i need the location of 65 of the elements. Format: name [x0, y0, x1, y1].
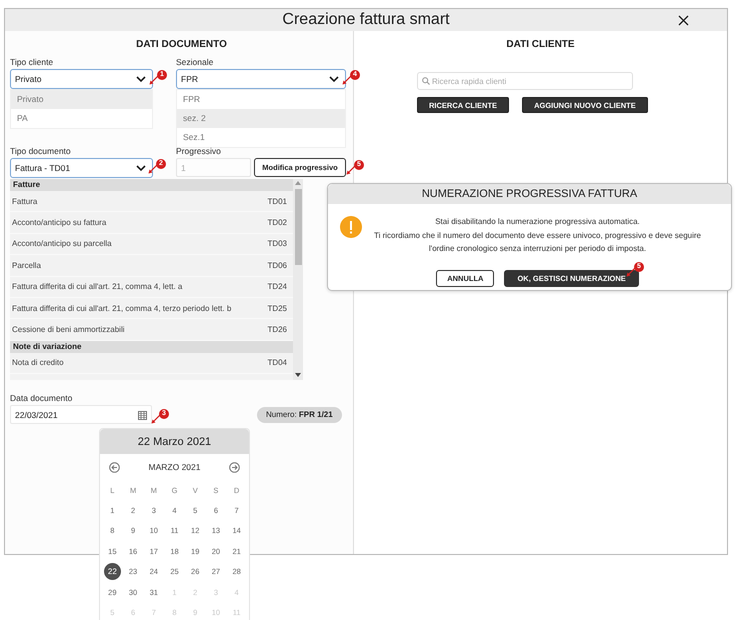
document-type-name: Nota di credito: [12, 358, 64, 368]
document-type-row[interactable]: Fattura differita di cui all'art. 21, comma 4, lett. a TD24: [10, 276, 293, 298]
pointer-arrow: [149, 75, 159, 85]
customer-type-select[interactable]: Privato: [10, 69, 153, 89]
field-label: Data documento: [10, 393, 72, 404]
pointer-arrow: [148, 164, 158, 174]
document-type-row[interactable]: Acconto/anticipo su parcella TD03: [10, 234, 293, 256]
document-type-code: TD25: [267, 304, 287, 313]
document-type-code: TD24: [267, 282, 287, 292]
field-label: Tipo documento: [10, 146, 71, 157]
section-select[interactable]: FPR: [176, 69, 346, 89]
chevron-down-icon: [136, 76, 146, 82]
section-heading: DATI CLIENTE: [506, 38, 575, 50]
document-type-name: Fattura differita di cui all'art. 21, comma 4, terzo periodo lett. b: [12, 304, 232, 313]
document-type-code: TD26: [267, 325, 287, 334]
scroll-up-icon[interactable]: [295, 181, 301, 185]
document-type-code: TD02: [267, 218, 287, 228]
document-type-code: TD04: [267, 358, 287, 368]
scroll-down-icon[interactable]: [295, 373, 301, 377]
dialog-title: NUMERAZIONE PROGRESSIVA FATTURA: [422, 188, 638, 200]
field-label: Sezionale: [176, 57, 214, 68]
calendar-day[interactable]: 22: [104, 563, 121, 580]
previous-month-icon[interactable]: [109, 462, 120, 472]
dropdown-option[interactable]: sez. 2: [177, 109, 345, 128]
document-type-code: TD01: [267, 196, 287, 206]
dialog-message: Stai disabilitando la numerazione progressiva automatica.: [434, 216, 641, 228]
close-icon[interactable]: [678, 14, 689, 26]
chevron-down-icon: [329, 76, 339, 82]
document-type-name: Cessione di beni ammortizzabili: [12, 325, 124, 334]
document-type-row[interactable]: Acconto/anticipo su fattura TD02: [10, 212, 293, 234]
document-type-select[interactable]: Fattura - TD01: [10, 158, 153, 178]
document-type-row[interactable]: Parcella TD06: [10, 255, 293, 277]
group-header: Fatture: [10, 179, 293, 191]
chevron-down-icon: [136, 164, 146, 172]
pointer-arrow: [626, 267, 636, 277]
date-field[interactable]: 22/03/2021: [10, 405, 152, 424]
pointer-arrow: [151, 414, 161, 424]
next-month-icon[interactable]: [229, 462, 240, 472]
document-type-name: Acconto/anticipo su parcella: [12, 239, 112, 248]
document-type-row[interactable]: Fattura differita di cui all'art. 21, comma 4, terzo periodo lett. b TD25: [10, 298, 293, 320]
document-number-badge: Numero: FPR 1/21: [257, 406, 342, 422]
warning-icon: [340, 216, 362, 238]
document-type-code: TD06: [267, 260, 287, 270]
search-field[interactable]: Ricerca rapida clienti: [417, 72, 633, 90]
selected-date: 22 Marzo 2021: [138, 436, 212, 448]
document-type-name: Parcella: [12, 260, 41, 270]
dropdown-option[interactable]: Privato: [11, 90, 152, 109]
group-header: Note di variazione: [10, 340, 293, 353]
document-type-row[interactable]: Fattura TD01: [10, 191, 293, 212]
document-type-name: Fattura differita di cui all'art. 21, comma 4, lett. a: [12, 282, 182, 292]
month-label: MARZO 2021: [148, 462, 200, 472]
section-heading: DATI DOCUMENTO: [136, 38, 227, 50]
field-label: Tipo cliente: [10, 57, 54, 68]
search-icon: [422, 77, 430, 85]
document-type-name: Acconto/anticipo su fattura: [12, 218, 106, 228]
scrollbar[interactable]: [293, 179, 303, 380]
pointer-arrow: [346, 165, 356, 175]
document-type-name: Fattura: [12, 196, 38, 206]
field-label: Progressivo: [176, 146, 221, 157]
pointer-arrow: [342, 75, 352, 85]
calendar-icon[interactable]: [138, 410, 147, 420]
document-type-code: TD03: [267, 239, 287, 248]
document-type-row[interactable]: Nota di credito TD04: [10, 352, 293, 374]
window-title: Creazione fattura smart: [282, 11, 450, 29]
dialog-message: Ti ricordiamo che il numero del documento deve essere univoco, progressivo e deve seguire l'ordine cronologico senza interruzioni per periodo di imposta.: [373, 230, 702, 255]
